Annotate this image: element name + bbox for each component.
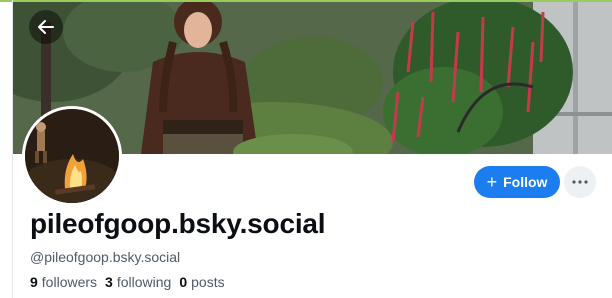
handle: @pileofgoop.bsky.social (30, 249, 181, 265)
display-name: pileofgoop.bsky.social (30, 208, 326, 239)
following-label: following (116, 274, 172, 290)
posts-count: 0 (179, 274, 188, 290)
back-button[interactable] (29, 10, 63, 44)
following-stat[interactable]: 3 following (105, 274, 171, 290)
followers-label: followers (41, 274, 98, 290)
avatar[interactable] (22, 106, 122, 206)
plus-icon: + (486, 171, 498, 192)
arrow-left-icon (38, 20, 54, 34)
following-count: 3 (105, 274, 113, 290)
avatar-image (25, 109, 119, 203)
posts-label: posts (191, 274, 225, 290)
followers-stat[interactable]: 9 followers (30, 274, 97, 290)
more-options-button[interactable] (564, 166, 596, 198)
posts-stat: 0 posts (179, 274, 224, 290)
follow-button-label: Follow (503, 174, 548, 190)
follow-button[interactable]: + Follow (474, 166, 560, 198)
followers-count: 9 (30, 274, 38, 290)
ellipsis-icon (572, 180, 588, 184)
profile-stats: 9 followers 3 following 0 posts (30, 274, 225, 290)
